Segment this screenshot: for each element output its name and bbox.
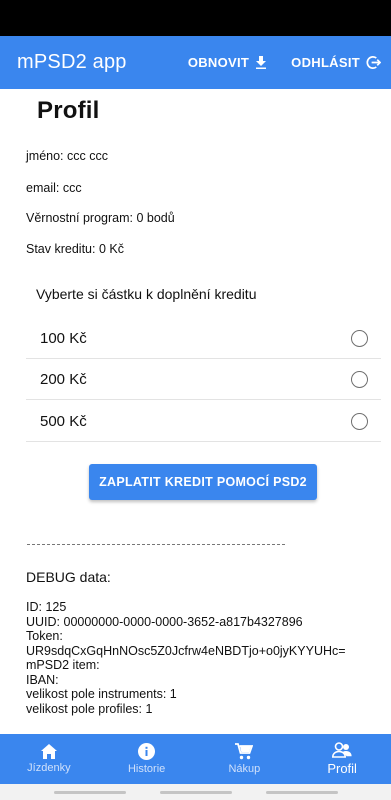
app-bar: mPSD2 app OBNOVIT ODHLÁSIT xyxy=(0,36,391,89)
debug-line: velikost pole instruments: 1 xyxy=(26,687,177,701)
refresh-button[interactable]: OBNOVIT xyxy=(188,55,267,70)
system-nav-handle[interactable] xyxy=(53,790,126,794)
status-bar xyxy=(0,0,391,36)
credit-option-label: 200 Kč xyxy=(40,371,87,388)
nav-label: Jízdenky xyxy=(27,762,71,774)
nav-item-profil[interactable]: Profil xyxy=(293,734,391,784)
credit-option-200[interactable]: 200 Kč xyxy=(26,360,381,400)
radio-button[interactable] xyxy=(351,330,368,347)
credit-option-500[interactable]: 500 Kč xyxy=(26,402,381,442)
credit-option-label: 500 Kč xyxy=(40,413,87,430)
system-nav-bar xyxy=(0,784,391,800)
nav-item-nakup[interactable]: Nákup xyxy=(196,734,294,784)
credit-prompt: Vyberte si částku k doplnění kreditu xyxy=(36,286,257,302)
pay-credit-button[interactable]: ZAPLATIT KREDIT POMOCÍ PSD2 xyxy=(89,464,317,500)
debug-line: ID: 125 xyxy=(26,600,67,614)
radio-button[interactable] xyxy=(351,413,368,430)
credit-balance: Stav kreditu: 0 Kč xyxy=(26,242,124,256)
app-title: mPSD2 app xyxy=(17,51,127,73)
bottom-nav: Jízdenky Historie Nákup Profil xyxy=(0,734,391,784)
credit-option-100[interactable]: 100 Kč xyxy=(26,319,381,359)
debug-line: UR9sdqCxGqHnNOsc5Z0Jcfrw4eNBDTjo+o0jyKYY… xyxy=(26,643,346,658)
people-icon xyxy=(332,742,352,758)
debug-title: DEBUG data: xyxy=(26,569,111,585)
home-icon xyxy=(40,744,57,759)
nav-label: Nákup xyxy=(228,763,261,775)
nav-item-historie[interactable]: Historie xyxy=(98,734,196,784)
profile-content[interactable]: Profil jméno: ccc ccc email: ccc Věrnost… xyxy=(0,89,391,734)
debug-line: UUID: 00000000-0000-0000-3652-a817b43278… xyxy=(26,614,303,629)
nav-label: Profil xyxy=(327,761,357,776)
logout-icon xyxy=(366,56,381,69)
loyalty-points: Věrnostní program: 0 bodů xyxy=(26,211,175,225)
credit-option-label: 100 Kč xyxy=(40,330,87,347)
logout-label: ODHLÁSIT xyxy=(291,55,360,70)
debug-line: mPSD2 item: xyxy=(26,658,100,672)
profile-name: jméno: ccc ccc xyxy=(26,149,108,163)
system-nav-handle[interactable] xyxy=(265,790,338,794)
page-title: Profil xyxy=(37,97,100,124)
refresh-label: OBNOVIT xyxy=(187,55,250,70)
profile-email: email: ccc xyxy=(26,181,82,195)
radio-button[interactable] xyxy=(351,371,368,388)
system-nav-handle[interactable] xyxy=(159,790,232,794)
info-icon xyxy=(138,743,156,760)
logout-button[interactable]: ODHLÁSIT xyxy=(291,55,381,70)
debug-data: ID: 125 UUID: 00000000-0000-0000-3652-a8… xyxy=(26,600,386,716)
debug-line: velikost pole profiles: 1 xyxy=(26,701,153,716)
divider xyxy=(27,544,285,545)
nav-item-jizdenky[interactable]: Jízdenky xyxy=(0,734,98,784)
download-icon xyxy=(256,56,267,69)
debug-line: Token: xyxy=(26,629,63,643)
nav-label: Historie xyxy=(127,763,166,775)
cart-icon xyxy=(235,743,254,760)
debug-line: IBAN: xyxy=(26,672,59,687)
